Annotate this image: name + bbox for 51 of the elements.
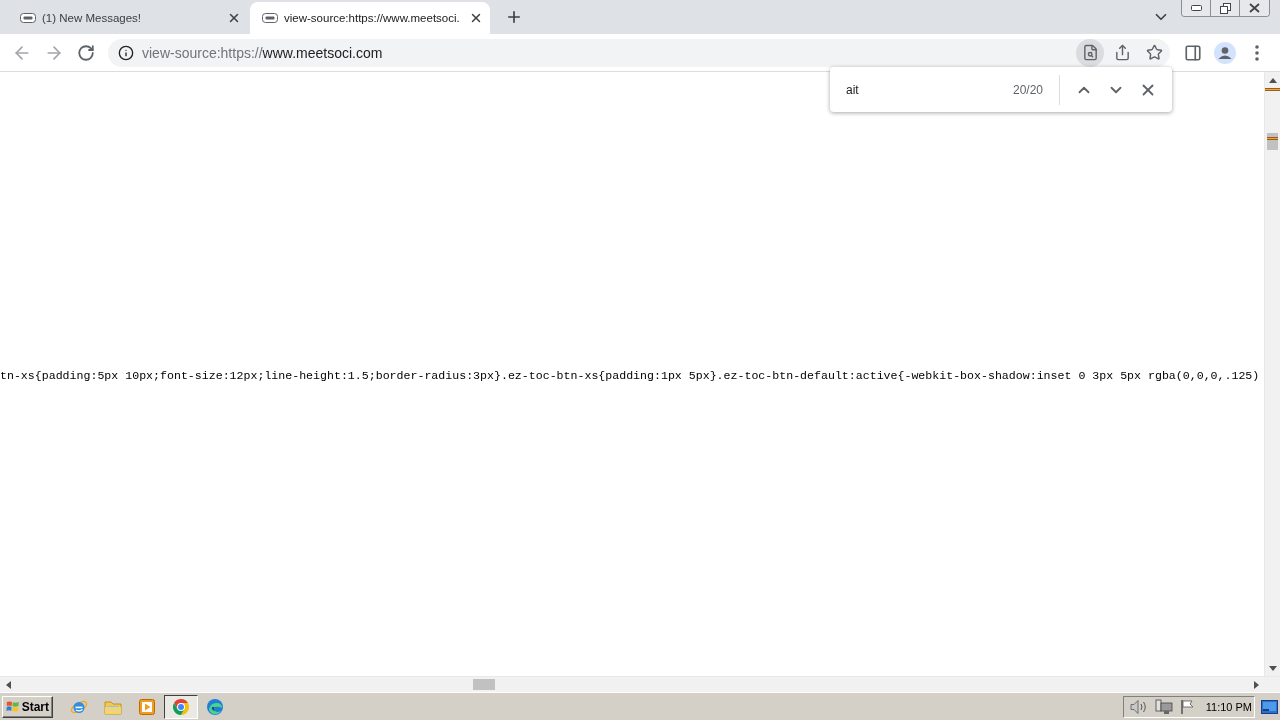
close-window-button[interactable] [1240,0,1269,16]
minimize-icon [1190,5,1202,11]
windows-flag-icon [6,699,20,714]
close-icon [1249,3,1260,13]
search-match-marker [1267,137,1278,140]
desktop-screen-icon [1261,699,1278,714]
tab-title: (1) New Messages! [42,12,143,24]
start-button[interactable]: Start [2,695,53,718]
taskbar-app-button[interactable] [164,694,198,719]
network-button[interactable] [1155,698,1173,715]
search-match-marker [1265,88,1280,91]
avatar-icon [1214,41,1236,64]
network-computer-icon [1155,698,1173,715]
info-icon [118,44,134,61]
find-input-field[interactable]: ait [846,75,1013,104]
wave-icon [206,697,224,716]
restore-button[interactable] [1211,0,1240,16]
star-icon [1145,44,1163,61]
tab-title: view-source:https://www.meetsoci. [284,12,461,24]
site-logo-icon [20,13,36,23]
play-icon [139,698,155,715]
left-triangle-icon [5,680,11,689]
minimize-button[interactable] [1182,0,1211,16]
menu-icon [1255,44,1259,61]
right-triangle-icon [1253,680,1259,689]
speaker-icon [1130,698,1148,715]
browser-tab[interactable]: (1) New Messages! [8,2,248,34]
address-bar[interactable]: view-source:https://www.meetsoci.com [108,38,1170,67]
share-icon [1113,44,1131,61]
show-desktop-button[interactable] [1261,699,1278,714]
scrollbar-thumb[interactable] [1267,133,1278,150]
match-count: 20/20 [1012,82,1043,97]
segmented-circle-icon [172,697,190,716]
volume-button[interactable] [1130,698,1148,715]
down-triangle-icon [1268,665,1277,671]
search-document-icon [1081,44,1099,61]
restore-icon [1219,2,1231,14]
reload-icon [77,43,95,62]
site-logo-icon [262,13,278,23]
scrollbar-thumb[interactable] [473,679,495,690]
close-icon [227,11,241,25]
plus-icon [505,8,523,26]
find-in-page-button[interactable] [1076,38,1104,67]
side-panel-icon [1184,43,1202,62]
close-icon [469,11,483,25]
clock-text: 11:10 PM [1205,700,1252,713]
source-code-line: tn-xs{padding:5px 10px;font-size:12px;line-height:1.5;border-radius:3px}.ez-toc-btn-xs{padding:1px 5px}.ez-toc-btn-default:active{-webkit-box-shadow:inset 0 3px 5px rgba(0,0,0,.125) [0,368,1260,384]
browser-tab[interactable]: view-source:https://www.meetsoci. [250,2,490,34]
url-text: view-source:https://www.meetsoci.com [142,44,383,61]
up-triangle-icon [1268,77,1277,83]
folder-icon [104,698,122,715]
